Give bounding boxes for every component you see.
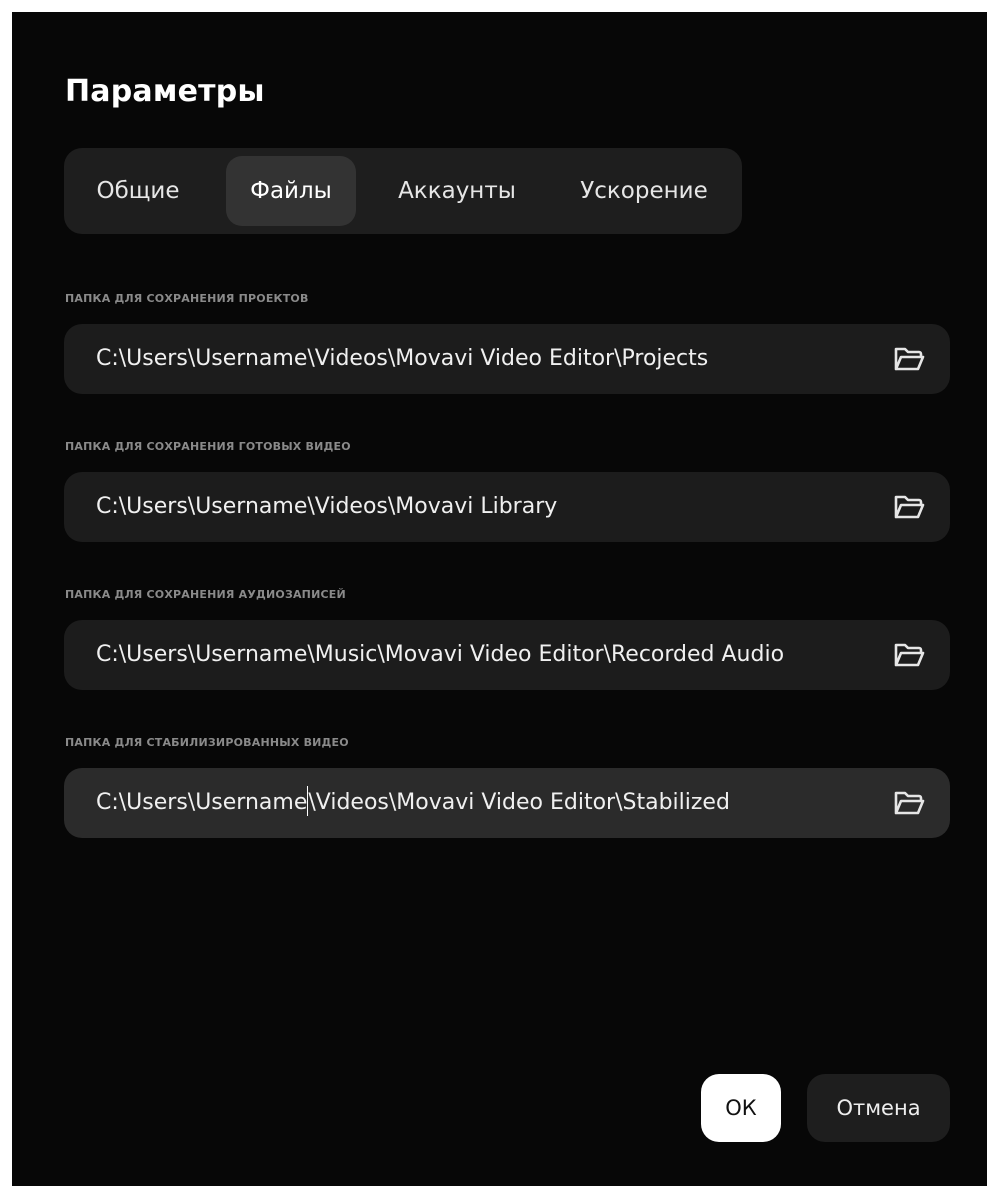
tab-files[interactable]: Файлы <box>226 156 356 226</box>
tab-bar: Общие Файлы Аккаунты Ускорение <box>64 148 742 234</box>
folder-open-icon[interactable] <box>892 343 926 375</box>
settings-dialog: Параметры Общие Файлы Аккаунты Ускорение… <box>12 12 987 1186</box>
section-label-projects: ПАПКА ДЛЯ СОХРАНЕНИЯ ПРОЕКТОВ <box>65 292 309 305</box>
folder-open-icon[interactable] <box>892 787 926 819</box>
audio-folder-path[interactable]: C:\Users\Username\Music\Movavi Video Edi… <box>96 620 784 690</box>
dialog-title: Параметры <box>65 74 265 109</box>
tab-general[interactable]: Общие <box>84 156 192 226</box>
tab-accounts[interactable]: Аккаунты <box>382 156 532 226</box>
tab-acceleration[interactable]: Ускорение <box>564 156 724 226</box>
videos-folder-path[interactable]: C:\Users\Username\Videos\Movavi Library <box>96 472 557 542</box>
folder-open-icon[interactable] <box>892 639 926 671</box>
cancel-button[interactable]: Отмена <box>807 1074 950 1142</box>
stabilized-folder-path[interactable]: C:\Users\Username\Videos\Movavi Video Ed… <box>96 768 730 838</box>
projects-folder-path[interactable]: C:\Users\Username\Videos\Movavi Video Ed… <box>96 324 708 394</box>
section-label-stabilized: ПАПКА ДЛЯ СТАБИЛИЗИРОВАННЫХ ВИДЕО <box>65 736 349 749</box>
path-after-caret: \Videos\Movavi Video Editor\Stabilized <box>308 790 730 815</box>
videos-folder-field[interactable]: C:\Users\Username\Videos\Movavi Library <box>64 472 950 542</box>
section-label-audio: ПАПКА ДЛЯ СОХРАНЕНИЯ АУДИОЗАПИСЕЙ <box>65 588 346 601</box>
window-edge <box>0 0 12 1186</box>
folder-open-icon[interactable] <box>892 491 926 523</box>
projects-folder-field[interactable]: C:\Users\Username\Videos\Movavi Video Ed… <box>64 324 950 394</box>
section-label-videos: ПАПКА ДЛЯ СОХРАНЕНИЯ ГОТОВЫХ ВИДЕО <box>65 440 351 453</box>
audio-folder-field[interactable]: C:\Users\Username\Music\Movavi Video Edi… <box>64 620 950 690</box>
path-before-caret: C:\Users\Username <box>96 790 308 815</box>
stabilized-folder-field[interactable]: C:\Users\Username\Videos\Movavi Video Ed… <box>64 768 950 838</box>
ok-button[interactable]: ОК <box>701 1074 781 1142</box>
